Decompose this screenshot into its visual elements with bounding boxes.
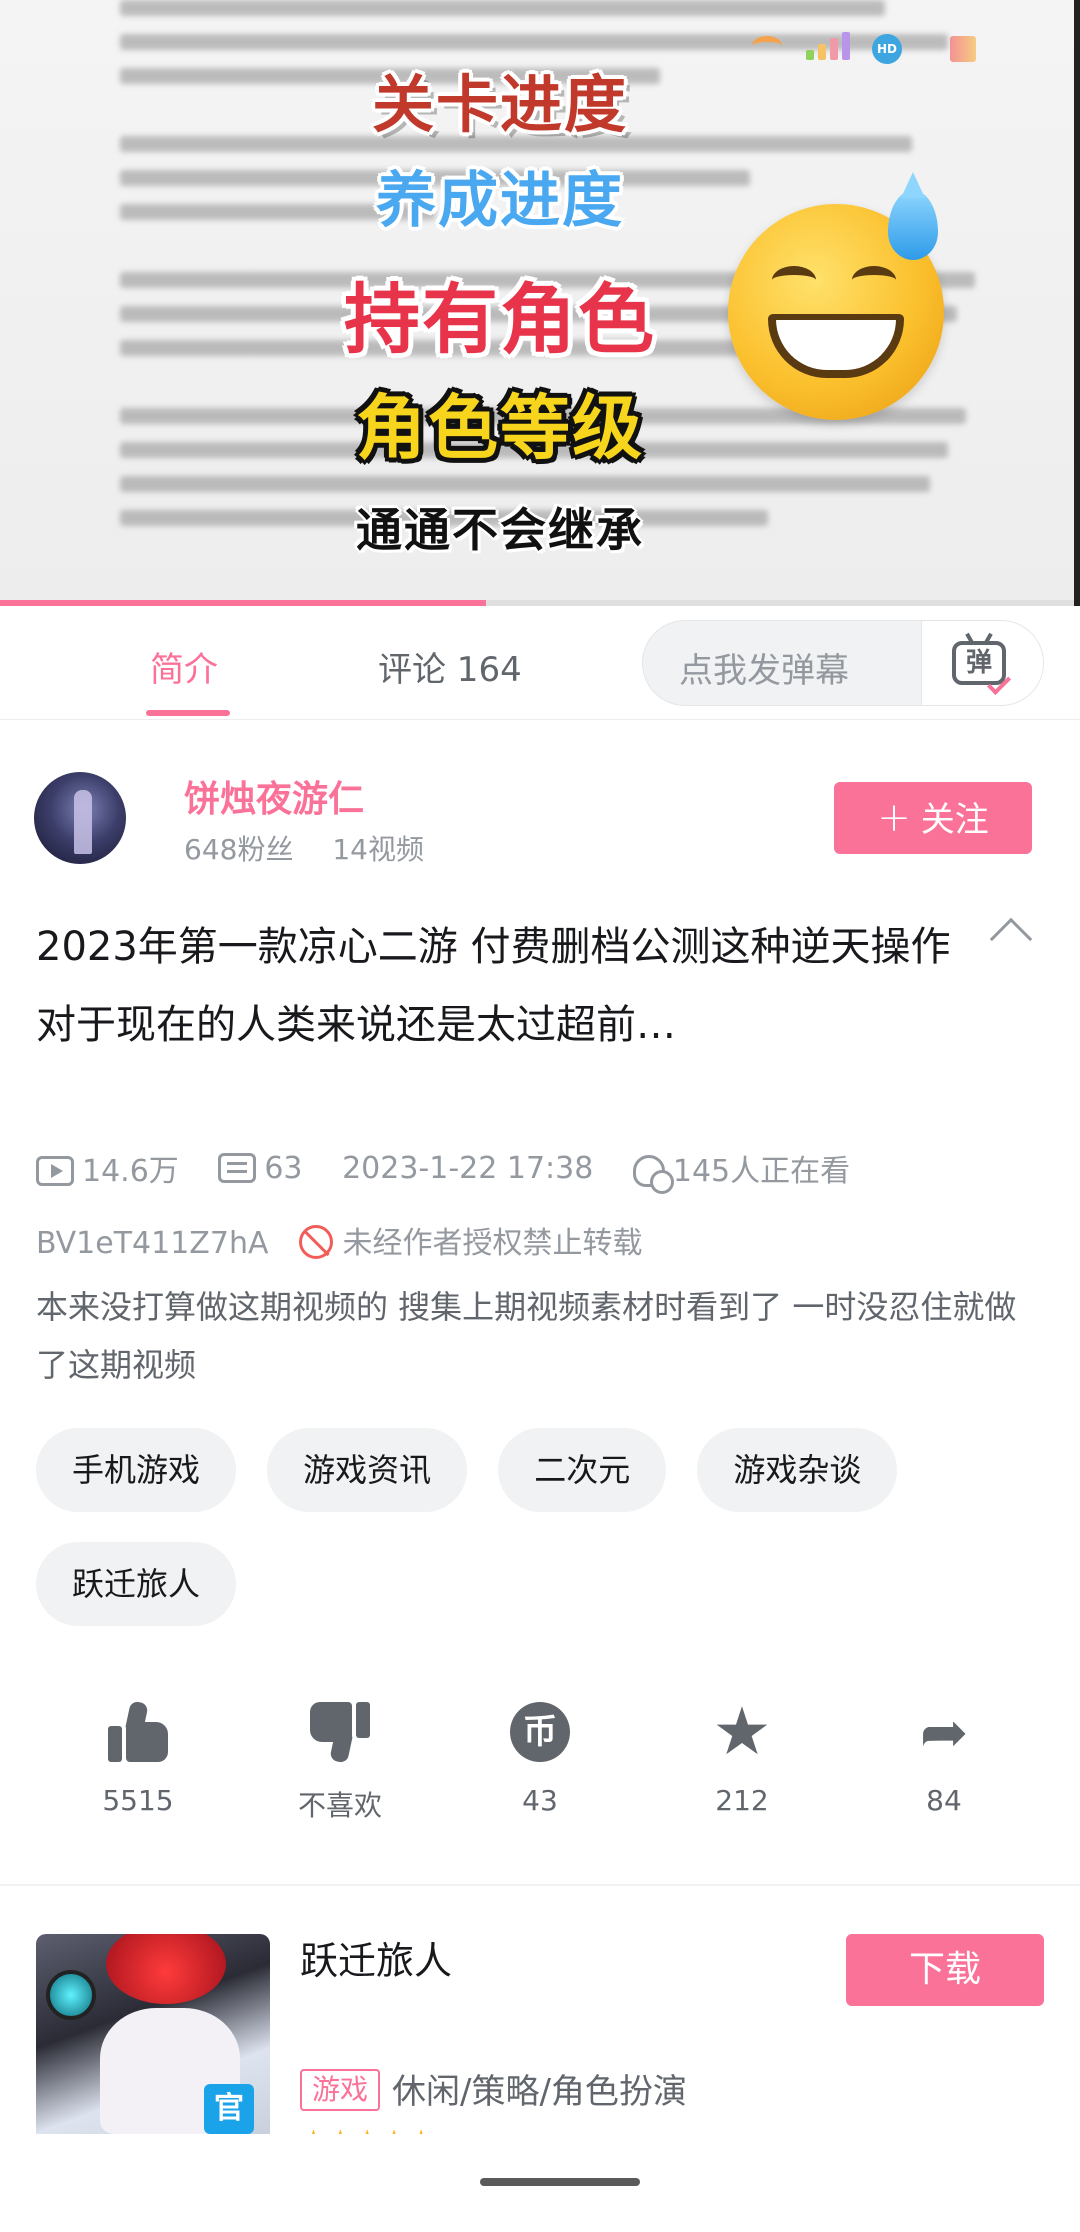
action-row: 5515 不喜欢 币 43 ★ 212 ➦ 84 bbox=[0, 1693, 1080, 1830]
plus-icon: + bbox=[877, 795, 911, 841]
wifi-icon bbox=[752, 36, 782, 56]
publish-date: 2023-1-22 17:38 bbox=[342, 1150, 594, 1186]
like-button[interactable]: 5515 bbox=[68, 1700, 208, 1817]
video-meta: 14.6万 63 2023-1-22 17:38 145人正在看 bbox=[36, 1146, 880, 1194]
coin-count: 43 bbox=[522, 1784, 558, 1817]
watching-now: 145人正在看 bbox=[632, 1146, 850, 1194]
share-count: 84 bbox=[926, 1784, 962, 1817]
tag-item[interactable]: 游戏资讯 bbox=[267, 1428, 468, 1512]
chevron-up-icon[interactable] bbox=[989, 917, 1033, 961]
section-divider bbox=[0, 1884, 1080, 1886]
share-button[interactable]: ➦ 84 bbox=[874, 1700, 1014, 1817]
people-icon bbox=[632, 1155, 674, 1194]
tab-active-indicator bbox=[146, 710, 230, 716]
tab-bar: 简介 评论 164 点我发弹幕 弹 bbox=[0, 606, 1080, 720]
favorite-count: 212 bbox=[715, 1784, 769, 1817]
view-count: 14.6万 bbox=[36, 1146, 179, 1190]
caption-level-progress: 关卡进度 bbox=[371, 68, 628, 141]
coin-button[interactable]: 币 43 bbox=[470, 1700, 610, 1817]
game-categories: 游戏 休闲/策略/角色扮演 bbox=[300, 2064, 687, 2113]
uploader-video-count: 14视频 bbox=[332, 833, 424, 866]
tag-item[interactable]: 二次元 bbox=[498, 1428, 667, 1512]
download-button[interactable]: 下载 bbox=[846, 1934, 1044, 2006]
favorite-button[interactable]: ★ 212 bbox=[672, 1693, 812, 1818]
coin-icon: 币 bbox=[508, 1700, 572, 1764]
uploader-fans: 648粉丝 bbox=[184, 833, 294, 866]
bvid-line: BV1eT411Z7hA 未经作者授权禁止转载 bbox=[36, 1218, 643, 1262]
tag-item[interactable]: 游戏杂谈 bbox=[697, 1428, 898, 1512]
thumbs-down-icon bbox=[308, 1700, 372, 1764]
tag-list: 手机游戏 游戏资讯 二次元 游戏杂谈 跃迁旅人 bbox=[36, 1428, 1046, 1656]
dislike-label: 不喜欢 bbox=[297, 1789, 382, 1822]
uploader-avatar[interactable] bbox=[34, 772, 126, 864]
video-title: 2023年第一款凉心二游 付费删档公测这种逆天操作对于现在的人类来说还是太过超前… bbox=[36, 924, 951, 1048]
game-rating-stars: ★★★★★ bbox=[300, 2124, 434, 2134]
bvid[interactable]: BV1eT411Z7hA bbox=[36, 1226, 269, 1261]
tag-item[interactable]: 手机游戏 bbox=[36, 1428, 237, 1512]
tab-comments[interactable]: 评论 164 bbox=[378, 642, 522, 691]
uploader-name[interactable]: 饼烛夜游仁 bbox=[184, 770, 364, 822]
caption-not-inherited: 通通不会继承 bbox=[356, 503, 644, 557]
video-player[interactable]: HD 关卡进度 养成进度 持有角色 角色等级 通通不会继承 bbox=[0, 0, 1080, 606]
grinning-face-with-sweat-emoji bbox=[728, 172, 944, 420]
game-type-badge: 游戏 bbox=[300, 2069, 381, 2111]
tag-item[interactable]: 跃迁旅人 bbox=[36, 1542, 237, 1626]
dislike-button[interactable]: 不喜欢 bbox=[270, 1700, 410, 1824]
no-entry-icon bbox=[298, 1225, 333, 1259]
home-indicator[interactable] bbox=[480, 2178, 640, 2186]
video-description: 本来没打算做这期视频的 搜集上期视频素材时看到了 一时没忍住就做了这期视频 bbox=[36, 1288, 1017, 1384]
like-count: 5515 bbox=[102, 1784, 174, 1817]
danmaku-input[interactable]: 点我发弹幕 弹 bbox=[642, 620, 1044, 706]
video-edge bbox=[1074, 0, 1080, 606]
follow-button[interactable]: + 关注 bbox=[834, 782, 1032, 854]
game-name[interactable]: 跃迁旅人 bbox=[300, 1930, 452, 1985]
no-repost-notice: 未经作者授权禁止转载 bbox=[342, 1226, 643, 1261]
game-cover-image[interactable]: 官 bbox=[36, 1934, 270, 2134]
star-icon: ★ bbox=[712, 1693, 772, 1770]
danmaku-placeholder: 点我发弹幕 bbox=[679, 651, 849, 691]
danmaku-count: 63 bbox=[218, 1151, 303, 1186]
uploader-stats: 648粉丝 14视频 bbox=[184, 828, 424, 868]
danmaku-count-icon bbox=[218, 1152, 257, 1183]
danmaku-toggle-icon: 弹 bbox=[952, 641, 1012, 696]
danmaku-settings-button[interactable]: 弹 bbox=[921, 621, 1043, 705]
play-count-icon bbox=[36, 1156, 74, 1186]
share-arrow-icon: ➦ bbox=[919, 1698, 969, 1766]
tab-intro[interactable]: 简介 bbox=[150, 642, 218, 691]
thumbs-up-icon bbox=[106, 1700, 170, 1764]
